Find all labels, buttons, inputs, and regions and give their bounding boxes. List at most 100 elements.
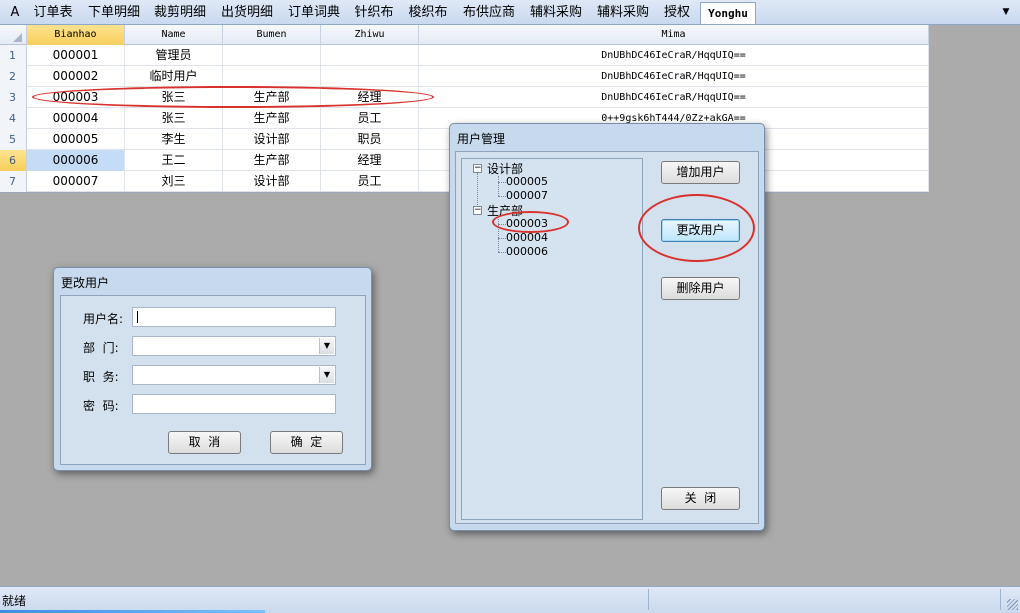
- position-select[interactable]: ▼: [132, 365, 336, 385]
- table-row: 2 000002 临时用户 DnUBhDC46IeCraR/HqqUIQ==: [0, 66, 929, 87]
- dialog-title: 更改用户: [61, 276, 110, 290]
- tab-woven-fabric[interactable]: 梭织布: [406, 2, 450, 24]
- select-all-corner[interactable]: [0, 25, 27, 45]
- status-text: 就绪: [2, 594, 27, 608]
- edit-user-button[interactable]: 更改用户: [661, 219, 740, 242]
- dialog-title: 用户管理: [457, 132, 506, 146]
- department-user-tree[interactable]: − 设计部 000005 000007 − 生产部 000003 000004 …: [461, 158, 643, 520]
- password-input[interactable]: [132, 394, 336, 414]
- cell-mima[interactable]: DnUBhDC46IeCraR/HqqUIQ==: [419, 87, 929, 108]
- cell-bianhao[interactable]: 000005: [27, 129, 125, 150]
- add-user-button[interactable]: 增加用户: [661, 161, 740, 184]
- resize-grip-icon[interactable]: [1007, 599, 1018, 610]
- cell-name[interactable]: 张三: [125, 87, 223, 108]
- position-label: 职 务:: [83, 370, 119, 384]
- cell-zhiwu[interactable]: 经理: [321, 150, 419, 171]
- cell-name[interactable]: 管理员: [125, 45, 223, 66]
- grid-header-row: Bianhao Name Bumen Zhiwu Mima: [0, 25, 929, 45]
- text-caret: [137, 311, 138, 323]
- tab-shipping-details[interactable]: 出货明细: [219, 2, 275, 24]
- status-divider: [648, 589, 649, 610]
- cell-bianhao[interactable]: 000002: [27, 66, 125, 87]
- cell-zhiwu[interactable]: 职员: [321, 129, 419, 150]
- tree-connector: [498, 224, 506, 225]
- tree-connector: [498, 238, 506, 239]
- cell-zhiwu[interactable]: [321, 45, 419, 66]
- ok-button[interactable]: 确 定: [270, 431, 343, 454]
- tree-leaf-user[interactable]: 000003: [506, 217, 548, 230]
- cell-mima[interactable]: DnUBhDC46IeCraR/HqqUIQ==: [419, 45, 929, 66]
- delete-user-button[interactable]: 删除用户: [661, 277, 740, 300]
- row-number[interactable]: 1: [0, 45, 27, 66]
- cell-bianhao[interactable]: 000007: [27, 171, 125, 192]
- column-header-zhiwu[interactable]: Zhiwu: [321, 25, 419, 45]
- row-number[interactable]: 3: [0, 87, 27, 108]
- tab-accessory-purchase[interactable]: 辅料采购: [528, 2, 584, 24]
- tab-accessory-purchase-2[interactable]: 辅料采购: [595, 2, 651, 24]
- cell-zhiwu[interactable]: [321, 66, 419, 87]
- row-number[interactable]: 4: [0, 108, 27, 129]
- tab-knit-fabric[interactable]: 针织布: [353, 2, 395, 24]
- cell-bumen[interactable]: [223, 45, 321, 66]
- table-row: 1 000001 管理员 DnUBhDC46IeCraR/HqqUIQ==: [0, 45, 929, 66]
- column-header-name[interactable]: Name: [125, 25, 223, 45]
- tree-leaf-user[interactable]: 000005: [506, 175, 548, 188]
- cell-bianhao[interactable]: 000003: [27, 87, 125, 108]
- close-button[interactable]: 关 闭: [661, 487, 740, 510]
- user-management-dialog: 用户管理 − 设计部 000005 000007 − 生产部 000003 00…: [449, 123, 765, 531]
- cell-zhiwu[interactable]: 员工: [321, 108, 419, 129]
- cell-zhiwu[interactable]: 员工: [321, 171, 419, 192]
- cell-bumen[interactable]: 设计部: [223, 129, 321, 150]
- tab-order-details[interactable]: 下单明细: [86, 2, 142, 24]
- cell-name[interactable]: 王二: [125, 150, 223, 171]
- row-number-selected[interactable]: 6: [0, 150, 27, 171]
- department-select[interactable]: ▼: [132, 336, 336, 356]
- cell-bumen[interactable]: 生产部: [223, 108, 321, 129]
- tab-authorization[interactable]: 授权: [662, 2, 692, 24]
- table-row: 3 000003 张三 生产部 经理 DnUBhDC46IeCraR/HqqUI…: [0, 87, 929, 108]
- cell-name[interactable]: 张三: [125, 108, 223, 129]
- dialog-body: 用户名: 部 门: ▼ 职 务: ▼ 密 码: 取 消 确 定: [60, 295, 366, 465]
- password-label: 密 码:: [83, 399, 119, 413]
- row-number[interactable]: 5: [0, 129, 27, 150]
- tab-list-dropdown-icon[interactable]: ▼: [1000, 4, 1012, 20]
- dialog-body: − 设计部 000005 000007 − 生产部 000003 000004 …: [455, 151, 759, 524]
- collapse-icon[interactable]: −: [473, 206, 482, 215]
- username-label: 用户名:: [83, 312, 124, 326]
- department-label: 部 门:: [83, 341, 119, 355]
- cell-bumen[interactable]: 生产部: [223, 87, 321, 108]
- tree-leaf-user[interactable]: 000007: [506, 189, 548, 202]
- cell-name[interactable]: 临时用户: [125, 66, 223, 87]
- tab-a[interactable]: A: [8, 2, 22, 24]
- cell-mima[interactable]: DnUBhDC46IeCraR/HqqUIQ==: [419, 66, 929, 87]
- tree-connector: [498, 182, 506, 183]
- column-header-mima[interactable]: Mima: [419, 25, 929, 45]
- tab-fabric-supplier[interactable]: 布供应商: [461, 2, 517, 24]
- username-input[interactable]: [132, 307, 336, 327]
- cell-bumen[interactable]: [223, 66, 321, 87]
- tree-leaf-user[interactable]: 000004: [506, 231, 548, 244]
- tab-order-dictionary[interactable]: 订单词典: [286, 2, 342, 24]
- cell-bianhao[interactable]: 000004: [27, 108, 125, 129]
- row-number[interactable]: 2: [0, 66, 27, 87]
- cell-zhiwu[interactable]: 经理: [321, 87, 419, 108]
- tree-leaf-user[interactable]: 000006: [506, 245, 548, 258]
- cell-name[interactable]: 刘三: [125, 171, 223, 192]
- cell-bumen[interactable]: 设计部: [223, 171, 321, 192]
- column-header-bianhao[interactable]: Bianhao: [27, 25, 125, 45]
- dropdown-arrow-icon[interactable]: ▼: [319, 338, 334, 354]
- collapse-icon[interactable]: −: [473, 164, 482, 173]
- row-number[interactable]: 7: [0, 171, 27, 192]
- tab-cutting-details[interactable]: 裁剪明细: [152, 2, 208, 24]
- cell-name[interactable]: 李生: [125, 129, 223, 150]
- tab-yonghu[interactable]: Yonghu: [700, 2, 756, 24]
- cancel-button[interactable]: 取 消: [168, 431, 241, 454]
- column-header-bumen[interactable]: Bumen: [223, 25, 321, 45]
- cell-bianhao-selected[interactable]: 000006: [27, 150, 125, 171]
- sheet-tab-bar: A 订单表 下单明细 裁剪明细 出货明细 订单词典 针织布 梭织布 布供应商 辅…: [0, 0, 1020, 25]
- dropdown-arrow-icon[interactable]: ▼: [319, 367, 334, 383]
- cell-bianhao[interactable]: 000001: [27, 45, 125, 66]
- tab-order-table[interactable]: 订单表: [30, 2, 76, 24]
- cell-bumen[interactable]: 生产部: [223, 150, 321, 171]
- corner-triangle-icon: [13, 33, 22, 42]
